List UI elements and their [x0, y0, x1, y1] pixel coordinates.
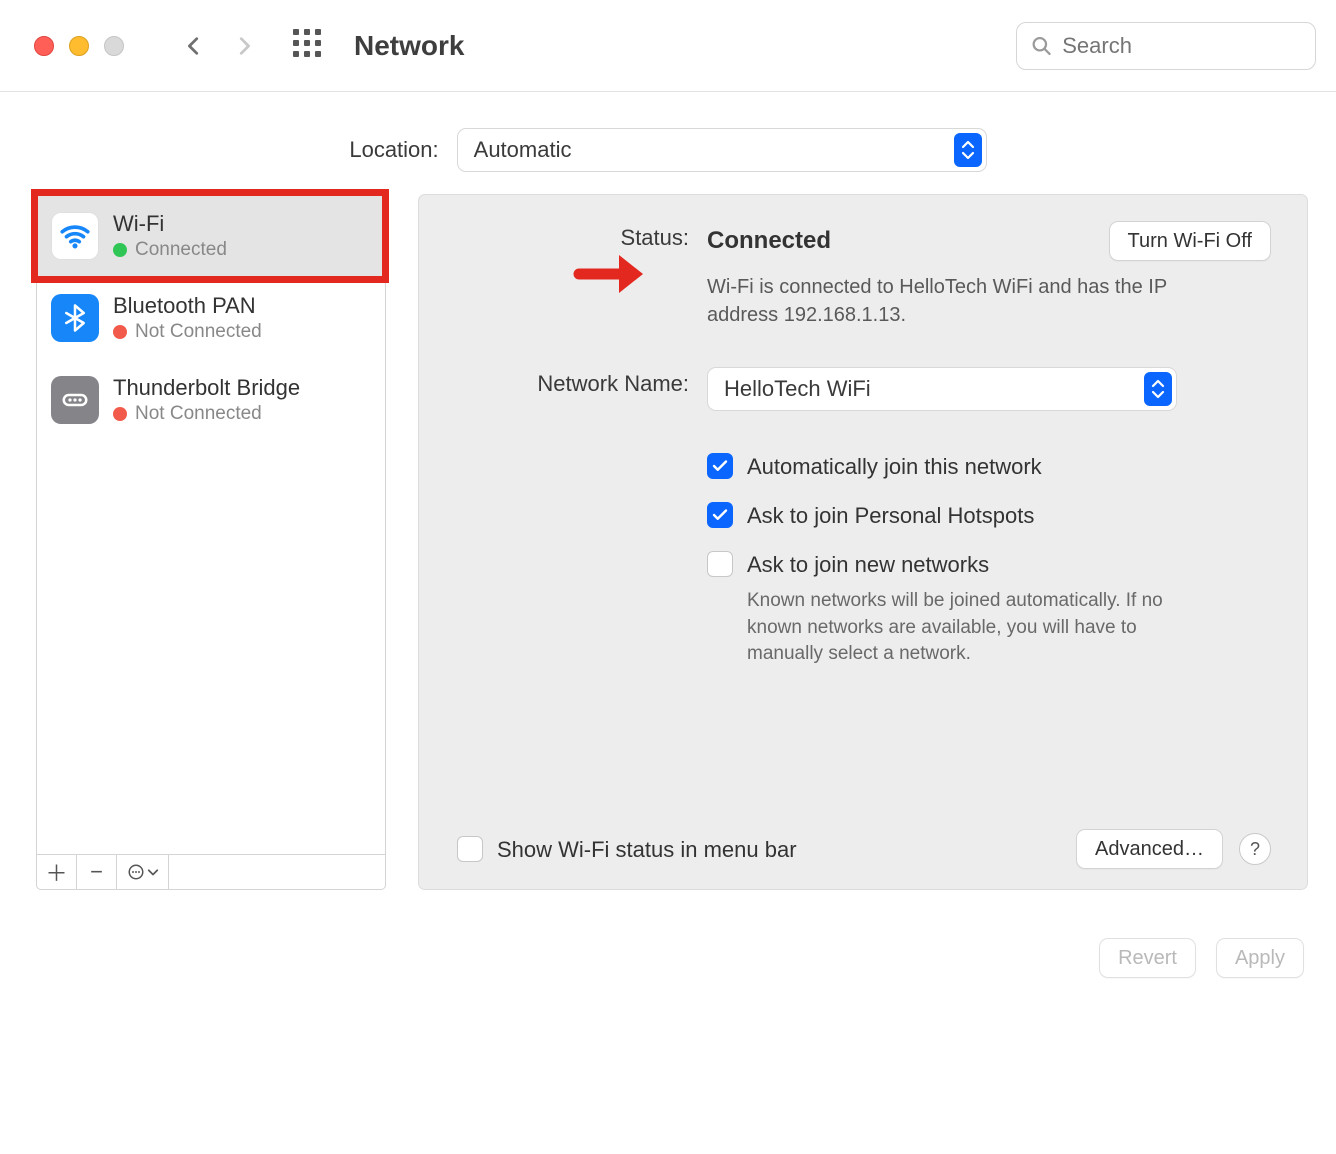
status-label: Status: — [441, 221, 689, 251]
gear-ellipsis-icon — [127, 863, 145, 881]
interface-actions-menu[interactable] — [117, 855, 169, 889]
detail-panel: Status: Connected Turn Wi-Fi Off Wi-Fi i… — [418, 194, 1308, 890]
forward-button[interactable] — [224, 26, 264, 66]
auto-join-label: Automatically join this network — [747, 453, 1042, 480]
status-description: Wi-Fi is connected to HelloTech WiFi and… — [707, 273, 1167, 329]
chevron-down-icon — [147, 866, 159, 878]
back-button[interactable] — [174, 26, 214, 66]
status-dot-icon — [113, 407, 127, 421]
chevron-left-icon — [183, 31, 205, 61]
ask-new-checkbox[interactable] — [707, 551, 733, 577]
status-value: Connected — [707, 227, 1091, 255]
zoom-window-button[interactable] — [104, 36, 124, 56]
window-title: Network — [354, 30, 464, 62]
auto-join-checkbox[interactable] — [707, 453, 733, 479]
sidebar-item-title: Thunderbolt Bridge — [113, 375, 300, 401]
search-field[interactable] — [1016, 22, 1316, 70]
location-value: Automatic — [474, 137, 572, 163]
remove-interface-button[interactable]: − — [77, 855, 117, 889]
interface-sidebar: Wi-Fi Connected Bluetooth PAN Not Connec… — [36, 194, 386, 890]
show-status-label: Show Wi-Fi status in menu bar — [497, 836, 797, 863]
chevron-right-icon — [233, 31, 255, 61]
ask-new-hint: Known networks will be joined automatica… — [747, 588, 1177, 668]
select-stepper-icon — [1144, 372, 1172, 406]
sidebar-item-status: Connected — [135, 239, 227, 261]
sidebar-item-thunderbolt-bridge[interactable]: Thunderbolt Bridge Not Connected — [37, 359, 385, 441]
sidebar-toolbar: ＋ − — [37, 855, 385, 889]
show-status-checkbox[interactable] — [457, 836, 483, 862]
minimize-window-button[interactable] — [69, 36, 89, 56]
ask-new-label: Ask to join new networks — [747, 551, 1177, 578]
location-label: Location: — [349, 137, 438, 163]
select-stepper-icon — [954, 133, 982, 167]
help-button[interactable]: ? — [1239, 833, 1271, 865]
search-input[interactable] — [1062, 33, 1301, 59]
toggle-wifi-button[interactable]: Turn Wi-Fi Off — [1109, 221, 1271, 261]
bottom-actions: Revert Apply — [0, 912, 1336, 978]
apply-button[interactable]: Apply — [1216, 938, 1304, 978]
show-all-button[interactable] — [292, 28, 322, 64]
location-select[interactable]: Automatic — [457, 128, 987, 172]
bluetooth-icon — [51, 294, 99, 342]
sidebar-item-bluetooth-pan[interactable]: Bluetooth PAN Not Connected — [37, 277, 385, 359]
window-controls — [20, 36, 124, 56]
network-name-value: HelloTech WiFi — [724, 376, 871, 402]
location-row: Location: Automatic — [0, 92, 1336, 194]
network-name-label: Network Name: — [441, 367, 689, 397]
titlebar: Network — [0, 0, 1336, 92]
sidebar-item-status: Not Connected — [135, 403, 262, 425]
status-dot-icon — [113, 243, 127, 257]
sidebar-item-title: Wi-Fi — [113, 211, 227, 237]
status-dot-icon — [113, 325, 127, 339]
revert-button[interactable]: Revert — [1099, 938, 1196, 978]
add-interface-button[interactable]: ＋ — [37, 855, 77, 889]
plus-icon: ＋ — [45, 856, 67, 888]
sidebar-item-status: Not Connected — [135, 321, 262, 343]
sidebar-item-title: Bluetooth PAN — [113, 293, 262, 319]
thunderbolt-bridge-icon — [51, 376, 99, 424]
wifi-icon — [51, 212, 99, 260]
search-icon — [1031, 34, 1052, 58]
advanced-button[interactable]: Advanced… — [1076, 829, 1223, 869]
ask-hotspot-label: Ask to join Personal Hotspots — [747, 502, 1034, 529]
annotation-arrow-icon — [573, 249, 649, 305]
network-name-select[interactable]: HelloTech WiFi — [707, 367, 1177, 411]
close-window-button[interactable] — [34, 36, 54, 56]
minus-icon: − — [90, 859, 103, 885]
ask-hotspot-checkbox[interactable] — [707, 502, 733, 528]
grid-icon — [292, 28, 322, 58]
sidebar-item-wifi[interactable]: Wi-Fi Connected — [37, 195, 385, 277]
